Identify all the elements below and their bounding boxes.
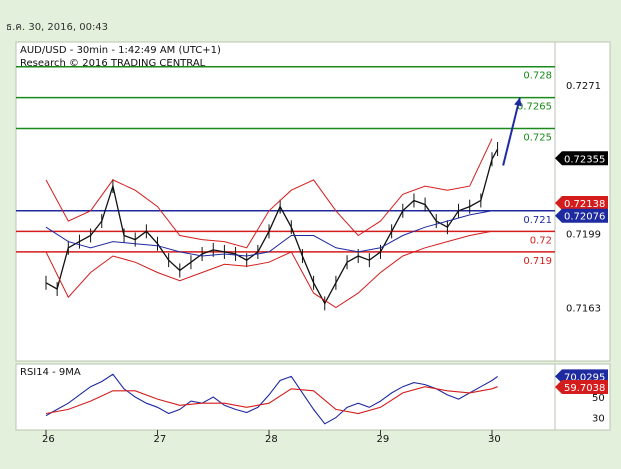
rsi-plot-area [15, 363, 556, 431]
chart-canvas: AUD/USD - 30min - 1:42:49 AM (UTC+1) Res… [15, 41, 611, 445]
rsi-y-tick-label: 30 [592, 414, 605, 425]
price-tag-label: 0.72355 [564, 154, 605, 165]
chart-title: AUD/USD - 30min - 1:42:49 AM (UTC+1) [20, 45, 221, 56]
price-tag-label: 0.72076 [564, 212, 605, 223]
price-tag-label: 0.72138 [564, 199, 605, 210]
x-tick-label: 29 [377, 434, 390, 445]
level-label: 0.728 [523, 71, 552, 82]
rsi-y-tick-label: 50 [592, 393, 605, 404]
y-tick-label: 0.7199 [566, 229, 601, 240]
level-label: 0.7265 [517, 102, 552, 113]
x-axis: 26 27 28 29 30 [42, 430, 501, 445]
y-tick-label: 0.7163 [566, 303, 601, 314]
x-tick-label: 28 [265, 434, 278, 445]
rsi-title: RSI14 - 9MA [20, 367, 81, 378]
rsi-price-tag-label: 59.7038 [564, 383, 605, 394]
y-tick-label: 0.7271 [566, 81, 601, 92]
x-tick-label: 30 [488, 434, 501, 445]
x-tick-label: 27 [154, 434, 167, 445]
level-label: 0.719 [523, 256, 552, 267]
level-label: 0.721 [523, 215, 552, 226]
level-label: 0.72 [530, 235, 552, 246]
level-label: 0.725 [523, 132, 552, 143]
x-tick-label: 26 [42, 434, 55, 445]
